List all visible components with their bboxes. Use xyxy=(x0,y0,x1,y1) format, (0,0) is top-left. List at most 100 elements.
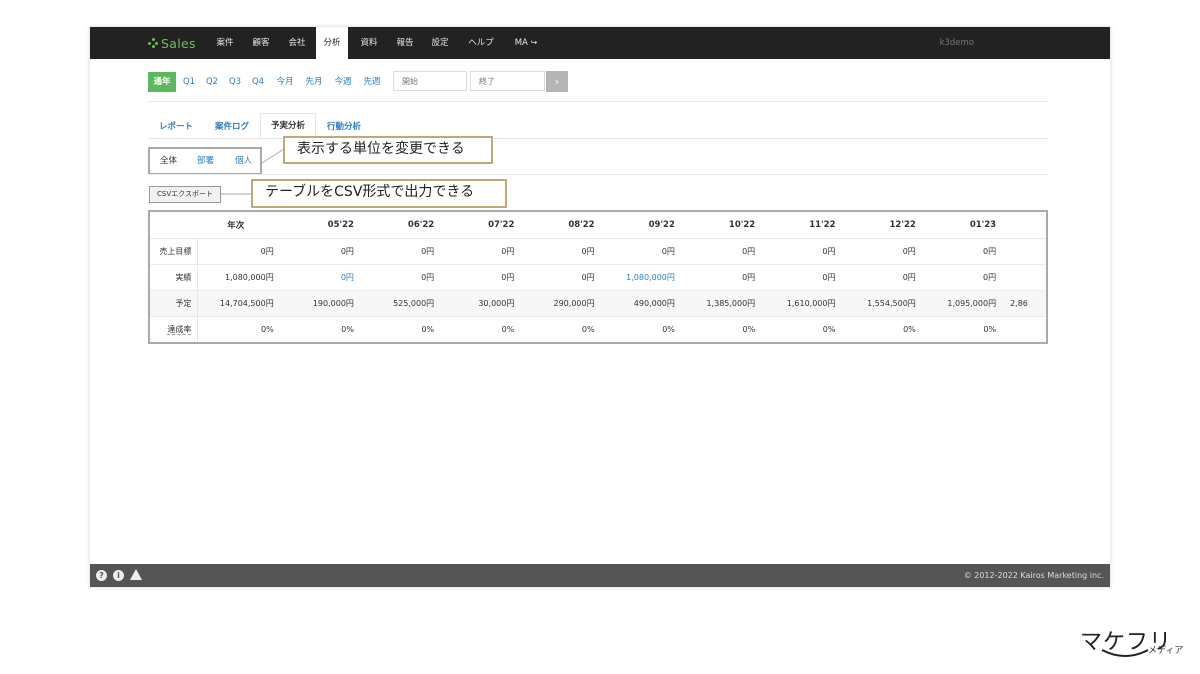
table-header: 07'22 xyxy=(488,220,515,230)
table-header: 05'22 xyxy=(327,220,354,230)
tab-report[interactable]: レポート xyxy=(154,115,198,139)
period-q2[interactable]: Q2 xyxy=(203,72,221,92)
nav-item-materials[interactable]: 資料 xyxy=(354,27,384,59)
table-cell: 1,080,000円 xyxy=(224,273,274,282)
logo-dots-icon xyxy=(148,38,158,48)
table-cell: 0円 xyxy=(742,247,756,256)
help-icon[interactable]: ? xyxy=(96,570,107,581)
table-cell: 30,000円 xyxy=(478,299,515,308)
warning-icon[interactable] xyxy=(130,569,142,580)
table-cell: 0円 xyxy=(822,247,836,256)
table-cell: 0円 xyxy=(902,273,916,282)
table-header: 01'23 xyxy=(969,220,997,230)
table-row-forecast: 予定 14,704,500円 190,000円 525,000円 30,000円… xyxy=(150,290,1046,317)
nav-item-deals[interactable]: 案件 xyxy=(210,27,240,59)
external-link-icon: ↪ xyxy=(530,38,538,47)
table-cell: 0円 xyxy=(822,273,836,282)
period-q4[interactable]: Q4 xyxy=(249,72,267,92)
nav-item-customers[interactable]: 顧客 xyxy=(246,27,276,59)
table-cell: 1,385,000円 xyxy=(706,299,756,308)
row-label: 実績 xyxy=(150,264,199,291)
table-header-row: 年次 05'22 06'22 07'22 08'22 09'22 10'22 1… xyxy=(150,212,1046,239)
table-cell: 0% xyxy=(822,325,836,334)
table-cell: 0円 xyxy=(982,273,997,282)
nav-item-help[interactable]: ヘルプ xyxy=(463,27,499,59)
table-cell-link[interactable]: 1,080,000円 xyxy=(595,265,675,291)
period-this-week[interactable]: 今週 xyxy=(331,72,355,92)
top-navigation-bar: Sales 案件 顧客 会社 分析 資料 報告 設定 ヘルプ MA ↪ k3de… xyxy=(90,27,1110,59)
table-cell: 0% xyxy=(341,325,354,334)
table-cell: 0円 xyxy=(742,273,756,282)
nav-item-companies[interactable]: 会社 xyxy=(282,27,312,59)
period-full-year[interactable]: 通年 xyxy=(148,72,176,92)
period-last-month[interactable]: 先月 xyxy=(302,72,326,92)
table-cell: 0% xyxy=(983,325,997,334)
table-cell: 2,86 xyxy=(1010,299,1028,308)
app-window: Sales 案件 顧客 会社 分析 資料 報告 設定 ヘルプ MA ↪ k3de… xyxy=(90,27,1110,587)
table-cell: 190,000円 xyxy=(312,299,354,308)
table-header-blank xyxy=(996,212,1046,239)
table-row-sales-target: 売上目標 0円 0円 0円 0円 0円 0円 0円 0円 0円 0円 xyxy=(150,238,1046,265)
table-cell: 0円 xyxy=(581,247,595,256)
table-header: 12'22 xyxy=(889,220,916,230)
nav-item-ma[interactable]: MA ↪ xyxy=(506,27,546,59)
end-date-input[interactable] xyxy=(470,71,545,91)
table-cell-link[interactable]: 0円 xyxy=(274,265,354,291)
table-cell: 0円 xyxy=(902,247,916,256)
footer-bar: ? i © 2012-2022 Kairos Marketing inc. xyxy=(90,564,1110,587)
brand-logo[interactable]: Sales xyxy=(148,35,196,51)
divider xyxy=(148,174,1048,175)
watermark-smile-icon xyxy=(1101,649,1149,657)
csv-export-button[interactable]: CSVエクスポート xyxy=(149,186,221,203)
table-header-blank xyxy=(150,212,198,239)
table-cell xyxy=(996,239,1046,265)
period-this-month[interactable]: 今月 xyxy=(273,72,297,92)
table-cell: 1,095,000円 xyxy=(947,299,997,308)
budget-actual-table: 年次 05'22 06'22 07'22 08'22 09'22 10'22 1… xyxy=(148,210,1048,344)
table-cell: 0円 xyxy=(501,273,515,282)
scope-all[interactable]: 全体 xyxy=(160,149,177,173)
table-header: 09'22 xyxy=(648,220,675,230)
start-date-input[interactable] xyxy=(393,71,467,91)
table-cell: 525,000円 xyxy=(393,299,435,308)
table-row-actual: 実績 1,080,000円 0円 0円 0円 0円 1,080,000円 0円 … xyxy=(150,264,1046,291)
watermark-logo: マケフリ メディア xyxy=(1080,624,1192,660)
scope-individual[interactable]: 個人 xyxy=(235,149,252,173)
info-icon[interactable]: i xyxy=(113,570,124,581)
period-q3[interactable]: Q3 xyxy=(226,72,244,92)
nav-item-settings[interactable]: 設定 xyxy=(425,27,455,59)
brand-name: Sales xyxy=(161,35,196,51)
divider xyxy=(148,101,1048,102)
table-header: 06'22 xyxy=(407,220,435,230)
nav-item-reports[interactable]: 報告 xyxy=(390,27,420,59)
table-cell: 0% xyxy=(421,325,435,334)
table-cell: 0% xyxy=(903,325,916,334)
table-cell xyxy=(996,265,1046,291)
row-label-text: 達成率 xyxy=(167,325,192,335)
table-header: 11'22 xyxy=(809,220,836,230)
table-cell: 0% xyxy=(742,325,756,334)
table-cell: 490,000円 xyxy=(633,299,675,308)
table-cell: 0円 xyxy=(501,247,515,256)
apply-period-button[interactable]: › xyxy=(546,71,568,92)
period-last-week[interactable]: 先週 xyxy=(360,72,384,92)
table-cell: 0円 xyxy=(661,247,675,256)
nav-item-ma-label: MA xyxy=(514,38,528,48)
scope-department[interactable]: 部署 xyxy=(197,149,214,173)
table-cell: 0% xyxy=(581,325,595,334)
table-cell: 0% xyxy=(662,325,675,334)
current-user[interactable]: k3demo xyxy=(940,27,974,59)
table-cell: 14,704,500円 xyxy=(219,299,274,308)
table-cell: 0% xyxy=(501,325,515,334)
table-cell: 0円 xyxy=(982,247,997,256)
table-header: 10'22 xyxy=(728,220,756,230)
period-q1[interactable]: Q1 xyxy=(180,72,198,92)
table-cell: 0% xyxy=(261,325,274,334)
row-label: 売上目標 xyxy=(150,238,199,265)
tab-deal-log[interactable]: 案件ログ xyxy=(208,115,256,139)
callout-connector-csv xyxy=(221,193,251,195)
table-cell: 290,000円 xyxy=(553,299,595,308)
table-cell: 1,610,000円 xyxy=(786,299,836,308)
nav-item-analysis[interactable]: 分析 xyxy=(316,27,348,59)
table-row-achievement-rate: 達成率 0% 0% 0% 0% 0% 0% 0% 0% 0% 0% xyxy=(150,316,1046,342)
